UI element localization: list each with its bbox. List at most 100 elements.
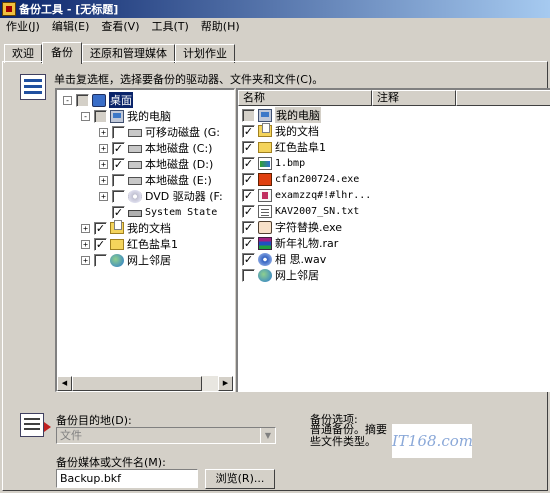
- tree-checkbox[interactable]: [94, 253, 107, 267]
- column-header-comment[interactable]: 注释: [372, 90, 456, 106]
- tree-checkbox[interactable]: [94, 237, 107, 251]
- tree-item-folder[interactable]: + 红色盐阜1: [81, 236, 178, 252]
- list-item-name: 相 思.wav: [275, 253, 327, 266]
- list-checkbox[interactable]: [242, 236, 255, 250]
- tree-checkbox[interactable]: [112, 205, 125, 219]
- tree-checkbox[interactable]: [76, 93, 89, 107]
- expand-icon[interactable]: +: [99, 127, 108, 137]
- tab-strip: 欢迎 备份 还原和管理媒体 计划作业: [4, 42, 235, 64]
- tree-checkbox[interactable]: [94, 109, 107, 123]
- list-item-name: 我的文档: [275, 125, 319, 138]
- list-checkbox[interactable]: [242, 268, 255, 282]
- tree-item-dvd-drive-f[interactable]: + DVD 驱动器 (F:: [99, 188, 223, 204]
- chevron-down-icon[interactable]: ▼: [260, 428, 275, 443]
- menu-edit[interactable]: 编辑(E): [46, 18, 96, 36]
- exe-file-icon: [258, 172, 272, 186]
- exe-file-icon: [258, 220, 272, 234]
- exe-file-icon: [258, 188, 272, 202]
- expand-icon[interactable]: +: [99, 175, 108, 185]
- tree-item-my-computer[interactable]: - 我的电脑: [81, 108, 171, 124]
- expand-icon[interactable]: +: [81, 223, 90, 233]
- list-item[interactable]: 字符替换.exe: [242, 219, 342, 235]
- list-checkbox[interactable]: [242, 188, 255, 202]
- list-checkbox[interactable]: [242, 220, 255, 234]
- tree-checkbox[interactable]: [112, 141, 125, 155]
- audio-file-icon: [258, 252, 272, 266]
- menu-tools[interactable]: 工具(T): [145, 18, 194, 36]
- list-checkbox[interactable]: [242, 124, 255, 138]
- menu-job[interactable]: 作业(J): [0, 18, 46, 36]
- list-item[interactable]: 红色盐阜1: [242, 139, 326, 155]
- tree-item-removable-disk-g[interactable]: + 可移动磁盘 (G:: [99, 124, 220, 140]
- destination-value: 文件: [60, 429, 82, 442]
- tree-checkbox[interactable]: [112, 125, 125, 139]
- list-item[interactable]: KAV2007_SN.txt: [242, 203, 359, 219]
- watermark-logo: IT168.com: [392, 424, 473, 458]
- tree-item-local-disk-d[interactable]: + 本地磁盘 (D:): [99, 156, 213, 172]
- list-item[interactable]: 我的电脑: [242, 107, 321, 123]
- tree-item-system-state[interactable]: System State: [99, 204, 217, 220]
- list-item-name: 字符替换.exe: [275, 221, 343, 234]
- menu-bar: 作业(J) 编辑(E) 查看(V) 工具(T) 帮助(H): [0, 18, 550, 36]
- expand-icon[interactable]: +: [99, 143, 108, 153]
- column-header-name[interactable]: 名称: [238, 90, 372, 106]
- instruction-text: 单击复选框，选择要备份的驱动器、文件夹和文件(C)。: [54, 73, 324, 86]
- collapse-icon[interactable]: -: [63, 95, 72, 105]
- menu-help[interactable]: 帮助(H): [195, 18, 246, 36]
- list-item[interactable]: 相 思.wav: [242, 251, 326, 267]
- tree-item-label: 我的电脑: [127, 110, 171, 123]
- list-checkbox[interactable]: [242, 204, 255, 218]
- tab-backup[interactable]: 备份: [42, 42, 82, 64]
- tree-item-desktop[interactable]: - 桌面: [63, 92, 133, 108]
- tree-item-local-disk-c[interactable]: + 本地磁盘 (C:): [99, 140, 212, 156]
- list-item[interactable]: cfan200724.exe: [242, 171, 359, 187]
- list-checkbox[interactable]: [242, 156, 255, 170]
- list-item[interactable]: 网上邻居: [242, 267, 319, 283]
- list-item[interactable]: examzzq#!#lhr...: [242, 187, 371, 203]
- tree-horizontal-scrollbar[interactable]: ◀ ▶: [57, 376, 233, 391]
- options-description: 普通备份。摘要 些文件类型。: [310, 423, 387, 448]
- list-checkbox[interactable]: [242, 140, 255, 154]
- list-checkbox[interactable]: [242, 108, 255, 122]
- scrollbar-thumb[interactable]: [72, 376, 202, 391]
- checklist-icon: [20, 74, 46, 100]
- tree-item-label: 红色盐阜1: [127, 238, 178, 251]
- tree-item-label: 可移动磁盘 (G:: [145, 126, 221, 139]
- list-checkbox[interactable]: [242, 172, 255, 186]
- scroll-right-icon[interactable]: ▶: [218, 376, 233, 391]
- menu-view[interactable]: 查看(V): [95, 18, 145, 36]
- expand-icon[interactable]: +: [81, 255, 90, 265]
- media-label: 备份媒体或文件名(M):: [56, 456, 166, 469]
- tree-item-network-places[interactable]: + 网上邻居: [81, 252, 171, 268]
- expand-icon[interactable]: +: [99, 159, 108, 169]
- tree-checkbox[interactable]: [112, 173, 125, 187]
- tree-item-local-disk-e[interactable]: + 本地磁盘 (E:): [99, 172, 212, 188]
- drive-icon: [128, 177, 142, 185]
- tree-item-label: 本地磁盘 (C:): [145, 142, 213, 155]
- browse-button[interactable]: 浏览(R)...: [205, 469, 275, 489]
- tree-checkbox[interactable]: [94, 221, 107, 235]
- folder-tree[interactable]: - 桌面 - 我的电脑 + 可移动磁盘 (G: + 本地磁盘 (C:) + 本地…: [55, 88, 235, 392]
- tree-checkbox[interactable]: [112, 157, 125, 171]
- collapse-icon[interactable]: -: [81, 111, 90, 121]
- destination-label: 备份目的地(D):: [56, 414, 132, 427]
- list-item[interactable]: 我的文档: [242, 123, 319, 139]
- list-checkbox[interactable]: [242, 252, 255, 266]
- backup-destination-icon: [20, 413, 51, 437]
- tree-item-my-documents[interactable]: + 我的文档: [81, 220, 171, 236]
- expand-icon[interactable]: +: [99, 191, 108, 201]
- backup-file-input[interactable]: Backup.bkf: [56, 469, 198, 488]
- expand-icon[interactable]: +: [81, 239, 90, 249]
- text-file-icon: [258, 204, 272, 218]
- folder-icon: [110, 238, 124, 250]
- file-list[interactable]: 名称 注释 我的电脑 我的文档 红色盐阜1 1.bmp cfan200724.e…: [236, 88, 550, 392]
- desktop-icon: [92, 93, 106, 107]
- list-item[interactable]: 1.bmp: [242, 155, 305, 171]
- tree-checkbox[interactable]: [112, 189, 125, 203]
- list-item[interactable]: 新年礼物.rar: [242, 235, 338, 251]
- scroll-left-icon[interactable]: ◀: [57, 376, 72, 391]
- destination-select[interactable]: 文件 ▼: [56, 427, 276, 444]
- column-header-filler: [456, 90, 550, 106]
- drive-icon: [128, 145, 142, 153]
